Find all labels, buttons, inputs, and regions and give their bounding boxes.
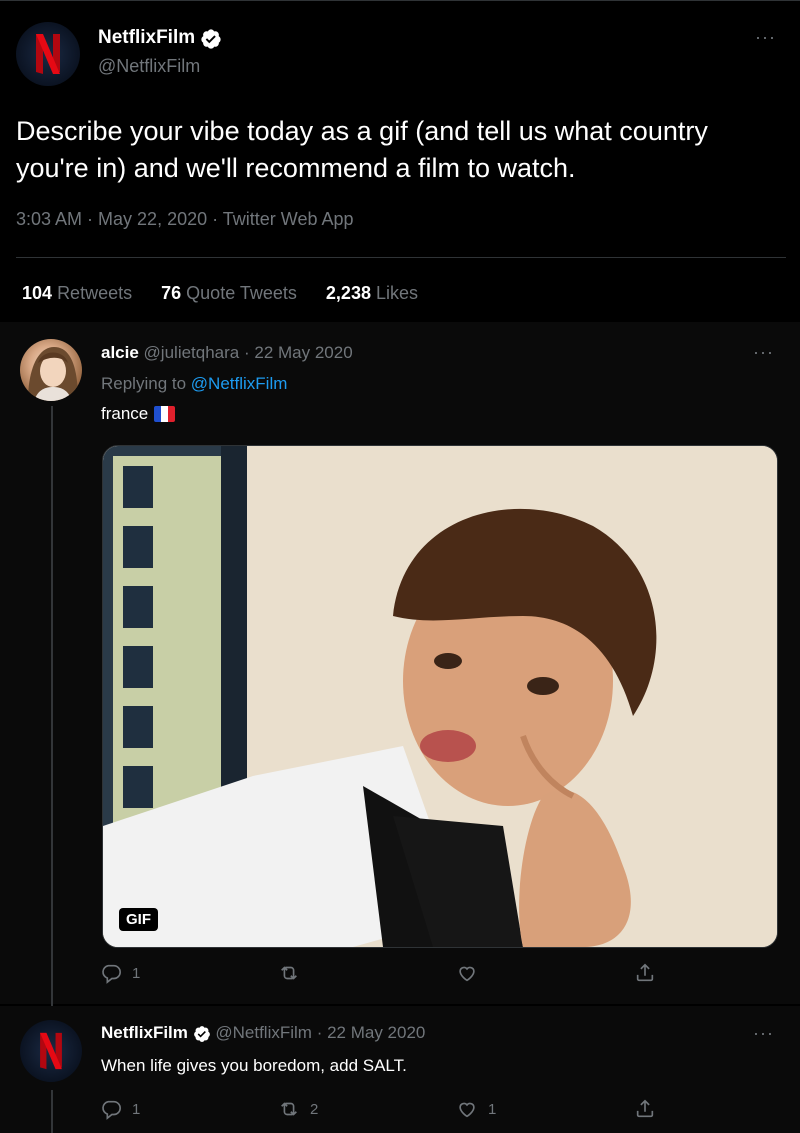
netflix-logo-icon (36, 34, 60, 74)
tweet-timestamp[interactable]: 3:03 AM · May 22, 2020 · Twitter Web App (16, 209, 354, 230)
reply-count: 1 (132, 1100, 141, 1118)
author-handle[interactable]: @NetflixFilm (98, 56, 200, 77)
reply-actions: 1 2 1 (100, 1098, 656, 1120)
gif-frame-image (103, 446, 777, 947)
gif-badge: GIF (119, 908, 158, 931)
replying-to-link[interactable]: @NetflixFilm (191, 374, 288, 393)
verified-badge-icon (200, 28, 222, 50)
like-icon (459, 966, 475, 982)
reply-button[interactable]: 1 (100, 962, 278, 984)
more-icon[interactable]: ··· (753, 1023, 774, 1044)
reply-author-name[interactable]: NetflixFilm (101, 1023, 188, 1042)
divider (16, 257, 786, 258)
retweet-icon (281, 966, 297, 980)
share-button[interactable] (634, 962, 656, 984)
quote-tweets-stat[interactable]: 76 Quote Tweets (161, 283, 297, 303)
reply-text: france (101, 404, 149, 423)
main-tweet: NetflixFilm @NetflixFilm ··· Describe yo… (0, 0, 800, 323)
like-button[interactable]: 1 (456, 1098, 634, 1120)
user-avatar[interactable] (20, 339, 82, 401)
verified-badge-icon (193, 1025, 211, 1043)
reply-icon (102, 1100, 121, 1120)
gif-media[interactable]: GIF (102, 445, 778, 948)
like-count: 1 (488, 1100, 497, 1118)
reply-count: 1 (132, 964, 141, 982)
retweets-stat[interactable]: 104 Retweets (22, 283, 132, 303)
retweet-icon (281, 1102, 297, 1116)
reply-date[interactable]: · 22 May 2020 (317, 1023, 426, 1042)
replying-to-prefix: Replying to (101, 374, 187, 393)
share-button[interactable] (634, 1098, 656, 1120)
flag-france-icon (154, 406, 176, 422)
more-icon[interactable]: ··· (755, 27, 776, 48)
tweet-text: Describe your vibe today as a gif (and t… (16, 116, 708, 183)
retweet-count: 2 (310, 1100, 319, 1118)
reply-text: When life gives you boredom, add SALT. (101, 1056, 407, 1075)
reply-actions: 1 (100, 962, 656, 984)
retweet-button[interactable]: 2 (278, 1098, 456, 1120)
reply-author-handle[interactable]: @julietqhara (144, 343, 240, 362)
thread-line (51, 406, 53, 1006)
reply-button[interactable]: 1 (100, 1098, 278, 1120)
likes-stat[interactable]: 2,238 Likes (326, 283, 418, 303)
retweet-button[interactable] (278, 962, 456, 984)
avatar-photo-image (28, 347, 78, 401)
reply-date[interactable]: · 22 May 2020 (244, 343, 353, 362)
author-name[interactable]: NetflixFilm (98, 27, 195, 48)
share-icon (636, 1099, 654, 1118)
tweet-stats: 104 Retweets 76 Quote Tweets 2,238 Likes (22, 283, 442, 304)
netflix-logo-icon (40, 1032, 62, 1070)
netflix-avatar[interactable] (20, 1020, 82, 1082)
reply-author-handle[interactable]: @NetflixFilm (215, 1023, 312, 1042)
reply-author-name[interactable]: alcie (101, 343, 139, 362)
more-icon[interactable]: ··· (753, 342, 774, 363)
thread-line (51, 1090, 53, 1133)
reply-icon (102, 964, 121, 984)
like-icon (459, 1102, 475, 1118)
share-icon (636, 963, 654, 982)
netflix-avatar[interactable] (16, 22, 80, 86)
like-button[interactable] (456, 962, 634, 984)
reply-tweet[interactable]: NetflixFilm @NetflixFilm · 22 May 2020 ·… (0, 1006, 800, 1133)
